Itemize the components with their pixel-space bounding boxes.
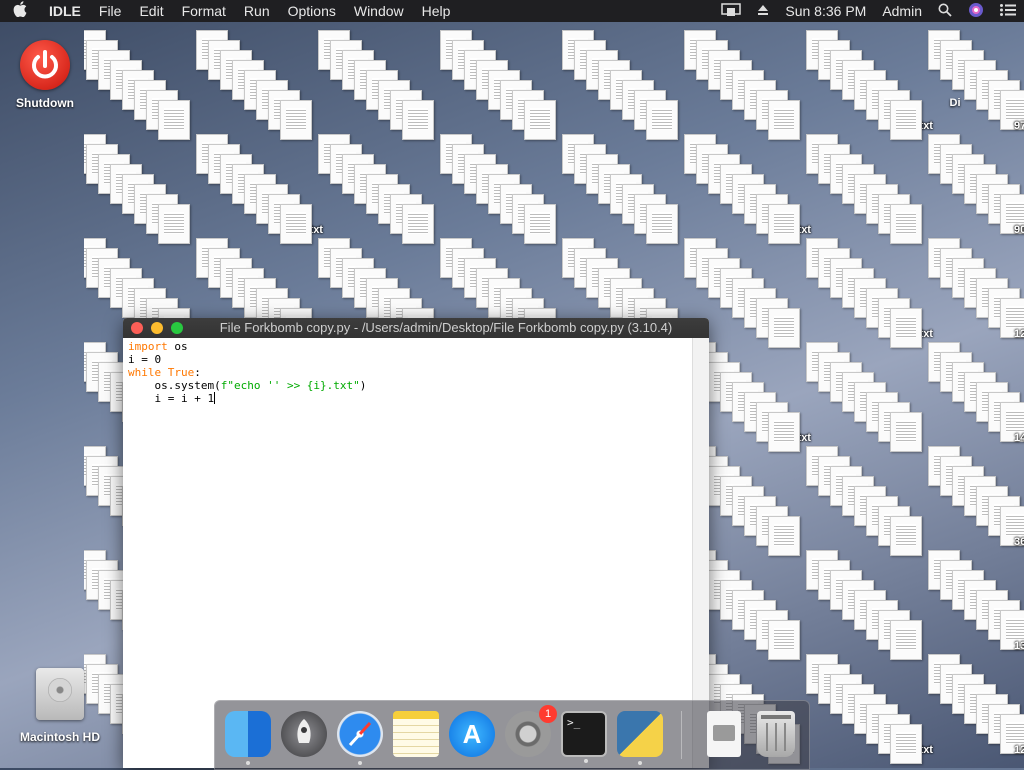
- file-name-label: 970.: [1014, 120, 1024, 132]
- text-file-icon[interactable]: [890, 724, 922, 764]
- siri-icon[interactable]: [960, 2, 992, 21]
- close-window-icon[interactable]: [131, 322, 143, 334]
- menu-options[interactable]: Options: [279, 3, 345, 19]
- text-file-icon[interactable]: [158, 204, 190, 244]
- code-line-1: import os: [128, 340, 188, 353]
- launchpad-dock-icon[interactable]: [281, 711, 327, 757]
- file-name-label: 1273: [1014, 744, 1024, 756]
- text-file-icon[interactable]: [768, 412, 800, 452]
- text-file-icon[interactable]: [524, 204, 556, 244]
- spotlight-search-icon[interactable]: [930, 3, 960, 20]
- shutdown-label: Shutdown: [16, 96, 74, 110]
- dock: A 1 >_: [214, 700, 810, 770]
- code-line-5: i = i + 1: [128, 392, 216, 405]
- text-file-icon[interactable]: [768, 204, 800, 244]
- dock-separator: [681, 711, 682, 759]
- window-titlebar[interactable]: File Forkbomb copy.py - /Users/admin/Des…: [123, 318, 709, 338]
- file-name-label: 36.txt: [1014, 536, 1024, 548]
- text-file-icon[interactable]: [890, 620, 922, 660]
- menu-user[interactable]: Admin: [874, 3, 930, 19]
- text-file-icon[interactable]: [768, 620, 800, 660]
- text-file-icon[interactable]: [524, 100, 556, 140]
- file-name-label: 1355: [1014, 640, 1024, 652]
- macintosh-hd-desktop-icon[interactable]: Macintosh HD: [10, 668, 110, 744]
- display-mirroring-icon[interactable]: [713, 2, 749, 20]
- menu-edit[interactable]: Edit: [130, 3, 172, 19]
- document-dock-icon[interactable]: [707, 711, 741, 757]
- file-name-label: 1246: [1014, 328, 1024, 340]
- notification-badge: 1: [539, 705, 557, 723]
- running-indicator: [638, 761, 642, 765]
- trash-dock-icon[interactable]: [757, 711, 795, 757]
- eject-icon[interactable]: [749, 3, 777, 19]
- menu-extras: Sun 8:36 PM Admin: [713, 0, 1024, 22]
- menu-file[interactable]: File: [90, 3, 131, 19]
- partial-desktop-label: Di: [949, 97, 961, 109]
- finder-dock-icon[interactable]: [225, 711, 271, 765]
- safari-dock-icon[interactable]: [337, 711, 383, 765]
- menu-format[interactable]: Format: [173, 3, 235, 19]
- code-line-2: i = 0: [128, 353, 162, 366]
- file-name-label: 1420.txt: [1014, 432, 1024, 444]
- window-title: File Forkbomb copy.py - /Users/admin/Des…: [219, 320, 673, 335]
- menu-window[interactable]: Window: [345, 3, 413, 19]
- menu-bar: IDLE File Edit Format Run Options Window…: [0, 0, 1024, 22]
- text-file-icon[interactable]: [402, 100, 434, 140]
- running-indicator: [584, 759, 588, 763]
- text-file-icon[interactable]: [402, 204, 434, 244]
- text-file-icon[interactable]: [890, 308, 922, 348]
- text-file-icon[interactable]: [158, 100, 190, 140]
- text-file-icon[interactable]: [890, 100, 922, 140]
- code-line-4: os.system(f"echo '' >> {i}.txt"): [128, 379, 367, 392]
- apple-menu-icon[interactable]: [0, 1, 40, 21]
- shutdown-desktop-icon[interactable]: Shutdown: [10, 40, 80, 110]
- notes-dock-icon[interactable]: [393, 711, 439, 757]
- system-preferences-dock-icon[interactable]: 1: [505, 705, 557, 757]
- text-file-icon[interactable]: [768, 308, 800, 348]
- text-file-icon[interactable]: [768, 100, 800, 140]
- text-caret: [214, 392, 216, 404]
- macintosh-hd-label: Macintosh HD: [19, 730, 100, 744]
- python-launcher-dock-icon[interactable]: [617, 711, 663, 765]
- running-indicator: [246, 761, 250, 765]
- text-file-icon[interactable]: [890, 516, 922, 556]
- file-name-label: 904.: [1014, 224, 1024, 236]
- power-icon: [20, 40, 70, 90]
- menu-run[interactable]: Run: [235, 3, 279, 19]
- hard-drive-icon: [36, 668, 84, 720]
- text-file-icon[interactable]: [890, 204, 922, 244]
- text-file-icon[interactable]: [646, 204, 678, 244]
- minimize-window-icon[interactable]: [151, 322, 163, 334]
- text-file-icon[interactable]: [646, 100, 678, 140]
- text-file-icon[interactable]: [890, 412, 922, 452]
- menu-help[interactable]: Help: [413, 3, 460, 19]
- running-indicator: [358, 761, 362, 765]
- zoom-window-icon[interactable]: [171, 322, 183, 334]
- code-line-3: while True:: [128, 366, 201, 379]
- text-file-icon[interactable]: [280, 100, 312, 140]
- text-file-icon[interactable]: [280, 204, 312, 244]
- menu-clock[interactable]: Sun 8:36 PM: [777, 3, 874, 19]
- menu-app-name[interactable]: IDLE: [40, 3, 90, 19]
- text-file-icon[interactable]: [768, 516, 800, 556]
- notification-center-icon[interactable]: [992, 3, 1024, 19]
- app-store-dock-icon[interactable]: A: [449, 711, 495, 757]
- terminal-prompt: >_: [567, 716, 581, 729]
- terminal-dock-icon[interactable]: >_: [561, 711, 607, 763]
